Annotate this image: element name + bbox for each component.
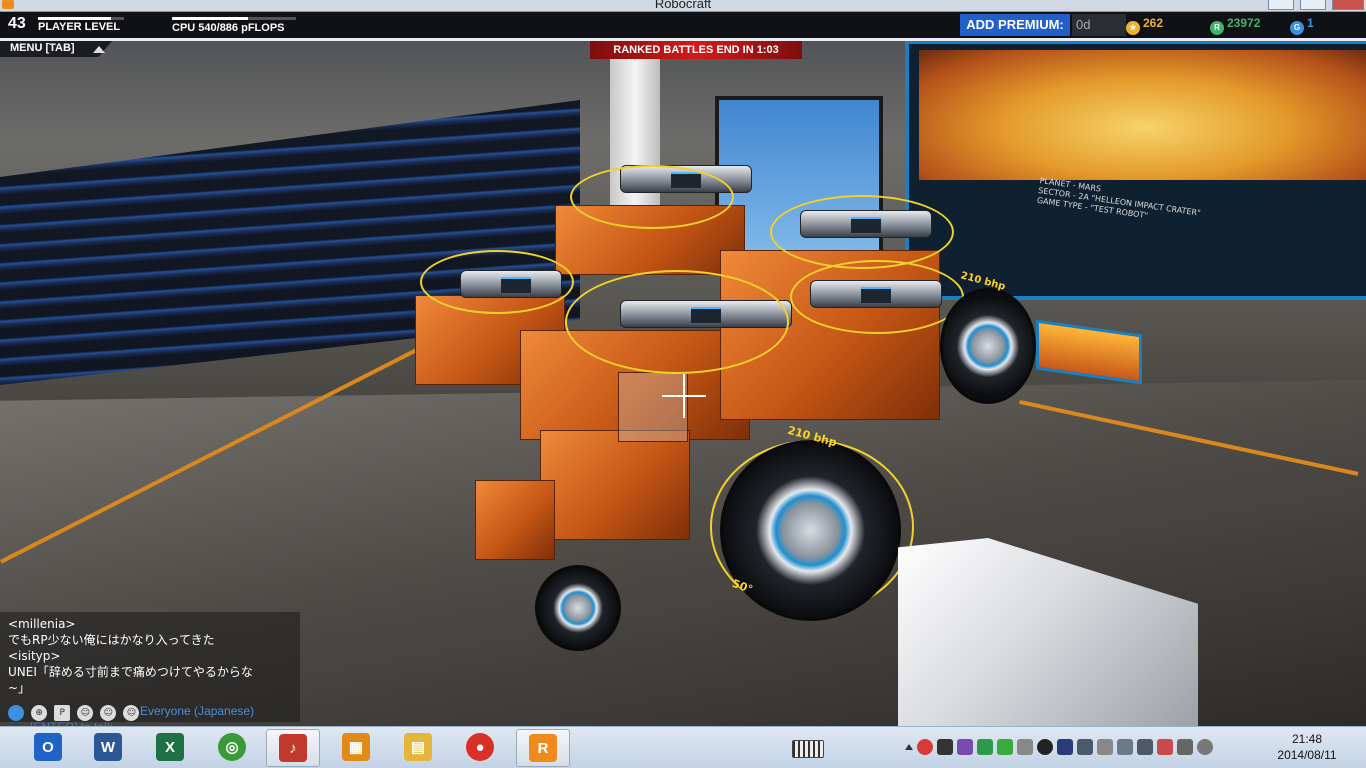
- side-wheel: [940, 288, 1036, 404]
- chrome-icon: ●: [466, 733, 494, 761]
- player-level-label: PLAYER LEVEL: [38, 21, 121, 33]
- battery-icon[interactable]: [1117, 739, 1133, 755]
- word-icon: W: [94, 733, 122, 761]
- build-crosshair: [662, 374, 706, 418]
- galaxy-cash-icon: G: [1290, 21, 1304, 35]
- globe-icon[interactable]: [8, 704, 24, 721]
- tray-app-icon[interactable]: [1057, 739, 1073, 755]
- menu-button-label[interactable]: MENU [TAB]: [10, 42, 75, 54]
- tray-app-icon[interactable]: [977, 739, 993, 755]
- galaxy-cash-value: 1: [1307, 16, 1314, 30]
- chat-channel-label[interactable]: Everyone (Japanese): [140, 704, 254, 718]
- tray-app-icon[interactable]: [1197, 739, 1213, 755]
- gun-rotation-ring: [770, 195, 954, 269]
- window-title: Robocraft: [654, 0, 712, 11]
- friend-icon[interactable]: ☺: [77, 704, 94, 721]
- excel-icon: X: [156, 733, 184, 761]
- planet-info: PLANET - MARS SECTOR - 2A "HELLEON IMPAC…: [1036, 176, 1298, 242]
- tech-points-value: 262: [1143, 16, 1164, 30]
- chat-channel-icons: ⊕ P ☺ ☺ ☺: [8, 702, 141, 721]
- tech-points-star-icon: ★: [1126, 21, 1140, 35]
- outlook-icon: O: [34, 733, 62, 761]
- tray-app-icon[interactable]: [1177, 739, 1193, 755]
- add-premium-button[interactable]: ADD PREMIUM:: [960, 14, 1070, 36]
- taskbar-chrome[interactable]: ●: [454, 729, 506, 765]
- ranked-battles-banner: RANKED BATTLES END IN 1:03: [590, 41, 802, 59]
- taskbar-xbox[interactable]: ◎: [206, 729, 258, 765]
- display-icon[interactable]: [1077, 739, 1093, 755]
- armor-block: [540, 430, 690, 540]
- xbox-icon: ◎: [218, 733, 246, 761]
- flag-icon[interactable]: [1097, 739, 1113, 755]
- taskbar-clock[interactable]: 21:48 2014/08/11: [1268, 731, 1346, 763]
- tray-app-icon[interactable]: [997, 739, 1013, 755]
- private-chat-icon[interactable]: ☺: [123, 704, 140, 721]
- taskbar-media-app[interactable]: ♪: [266, 729, 320, 767]
- taskbar-robocraft[interactable]: R: [516, 729, 570, 767]
- taskbar-file-explorer[interactable]: ▤: [392, 729, 444, 765]
- tray-app-icon[interactable]: [957, 739, 973, 755]
- friend-add-icon[interactable]: ☺: [100, 704, 117, 721]
- rear-wheel: [535, 565, 621, 651]
- taskbar-outlook[interactable]: O: [22, 729, 74, 765]
- clan-icon[interactable]: ⊕: [31, 704, 48, 721]
- premium-days-value: 0d: [1072, 14, 1126, 36]
- volume-muted-icon[interactable]: [1157, 739, 1173, 755]
- folder-icon: ▤: [404, 733, 432, 761]
- robits-counter: R 23972: [1210, 16, 1260, 35]
- tray-app-icon[interactable]: [1037, 739, 1053, 755]
- tech-points-counter: ★ 262: [1126, 16, 1163, 35]
- chat-line: <isityp>: [8, 649, 61, 663]
- taskbar-excel[interactable]: X: [144, 729, 196, 765]
- minimize-button[interactable]: [1268, 0, 1294, 10]
- taskbar-word[interactable]: W: [82, 729, 134, 765]
- player-level-number: 43: [8, 15, 26, 32]
- gun-rotation-ring: [565, 270, 789, 374]
- robits-icon: R: [1210, 21, 1224, 35]
- tray-expand-icon[interactable]: [905, 744, 913, 750]
- chat-line: ~」: [8, 681, 31, 695]
- party-icon[interactable]: P: [54, 704, 71, 721]
- armor-block: [475, 480, 555, 560]
- gun-rotation-ring: [570, 165, 734, 229]
- window-title-bar: Robocraft: [0, 0, 1366, 12]
- keyboard-icon[interactable]: [792, 740, 824, 758]
- menu-triangle-icon[interactable]: [93, 46, 105, 53]
- chat-line: UNEI「辞める寸前まで痛めつけてやるからな: [8, 665, 253, 679]
- maximize-button[interactable]: [1300, 0, 1326, 10]
- robits-value: 23972: [1227, 16, 1261, 30]
- tray-app-icon[interactable]: [937, 739, 953, 755]
- cpu-progress: [172, 17, 296, 20]
- close-button[interactable]: [1332, 0, 1364, 10]
- gun-rotation-ring: [790, 260, 964, 334]
- system-tray: [905, 734, 1217, 760]
- clock-time: 21:48: [1291, 732, 1323, 746]
- mouse-icon[interactable]: [1017, 739, 1033, 755]
- galaxy-cash-counter: G1: [1290, 16, 1314, 35]
- clock-date: 2014/08/11: [1277, 748, 1337, 762]
- network-icon[interactable]: [1137, 739, 1153, 755]
- planet-monitor: PLANET - MARS SECTOR - 2A "HELLEON IMPAC…: [905, 40, 1366, 300]
- chat-line: <millenia>: [8, 617, 76, 631]
- taskbar-office-picture[interactable]: ▦: [330, 729, 382, 765]
- tray-app-icon[interactable]: [917, 739, 933, 755]
- mars-preview-image: [919, 50, 1366, 180]
- chat-line: でもRP少ない俺にはかなり入ってきた: [8, 633, 215, 647]
- office-picture-icon: ▦: [342, 733, 370, 761]
- player-level-progress: [38, 17, 124, 20]
- media-app-icon: ♪: [279, 734, 307, 762]
- robocraft-icon: R: [529, 734, 557, 762]
- cpu-label: CPU 540/886 pFLOPS: [172, 22, 285, 34]
- gun-rotation-ring: [420, 250, 574, 314]
